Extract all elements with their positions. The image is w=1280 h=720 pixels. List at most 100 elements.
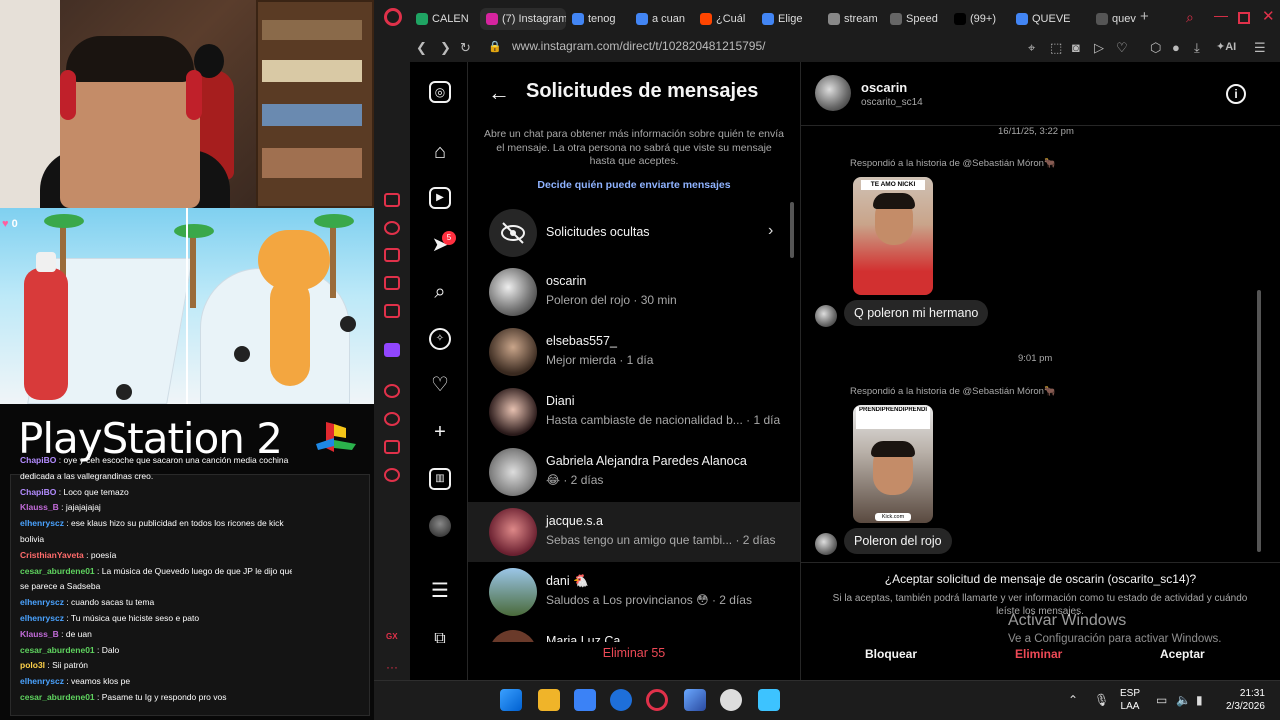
sidebar-player-icon[interactable]: [384, 384, 400, 398]
request-row[interactable]: dani 🐔 Saludos a Los provincianos 😳 · 2 d…: [468, 562, 800, 622]
info-icon[interactable]: i: [1226, 84, 1246, 104]
extensions-icon[interactable]: ⬡: [1150, 40, 1161, 56]
opera-logo-icon[interactable]: [384, 8, 402, 26]
accept-button[interactable]: Aceptar: [1160, 647, 1205, 661]
sidebar-settings-icon[interactable]: [384, 468, 400, 482]
explore-icon[interactable]: ✧: [429, 328, 451, 350]
back-arrow-icon[interactable]: ←: [488, 80, 510, 106]
request-row[interactable]: Gabriela Alejandra Paredes Alanoca 😂 · 2 …: [468, 442, 800, 502]
chat-text: veamos klos pe: [71, 676, 131, 687]
sidebar-cube-icon[interactable]: [384, 440, 400, 454]
sidebar-m-icon[interactable]: [384, 304, 400, 318]
reload-icon[interactable]: ↻: [460, 40, 471, 56]
message-settings-link[interactable]: Decide quién puede enviarte mensajes: [484, 179, 784, 191]
tab-7[interactable]: Speed: [890, 8, 946, 30]
create-icon[interactable]: +: [429, 421, 451, 443]
notepad-icon[interactable]: [758, 689, 780, 711]
minimize-icon[interactable]: —: [1214, 7, 1228, 23]
shield-icon[interactable]: ◙: [1072, 40, 1080, 55]
hidden-requests-label: Solicitudes ocultas: [546, 225, 650, 239]
download-icon[interactable]: ⤓: [1194, 40, 1200, 56]
heart-icon[interactable]: ♡: [1116, 40, 1128, 56]
notifications-heart-icon[interactable]: ♡: [429, 374, 451, 396]
language-indicator[interactable]: ESP LAA: [1120, 687, 1140, 713]
story-thumbnail[interactable]: TE AMO NICKI: [853, 177, 933, 295]
menu-icon[interactable]: ☰: [1254, 40, 1266, 56]
battery-icon[interactable]: ▮: [1196, 693, 1203, 707]
network-icon[interactable]: ▭: [1156, 693, 1167, 707]
back-icon[interactable]: ❮: [416, 40, 427, 56]
tab-label: a cuan: [652, 13, 686, 25]
request-row[interactable]: jacque.s.a Sebas tengo un amigo que tambi…: [468, 502, 800, 562]
clock[interactable]: 21:31 2/3/2026: [1226, 687, 1265, 713]
request-name: dani 🐔: [546, 574, 589, 588]
search-icon[interactable]: ⌕: [429, 281, 451, 303]
reels-icon[interactable]: ▶: [429, 187, 451, 209]
maximize-icon[interactable]: [1238, 12, 1250, 24]
conversation-scrollbar[interactable]: [1257, 290, 1261, 552]
sidebar-wallet-icon[interactable]: [384, 193, 400, 207]
story-thumbnail[interactable]: PRENDIPRENDIPRENDI Kick.com: [853, 405, 933, 523]
ai-button[interactable]: ✦AI: [1216, 40, 1236, 53]
sidebar-gx-icon[interactable]: GX: [386, 632, 398, 641]
accept-question: ¿Aceptar solicitud de mensaje de oscarin…: [884, 572, 1197, 586]
requests-scrollbar[interactable]: [790, 202, 794, 258]
play-icon[interactable]: ▷: [1094, 40, 1104, 56]
app-icon[interactable]: [684, 689, 706, 711]
volume-icon[interactable]: 🔈: [1176, 693, 1191, 707]
chat-username: elhenryscz: [20, 613, 64, 623]
tab-3[interactable]: a cuan: [636, 8, 692, 30]
request-row[interactable]: Diani Hasta cambiaste de nacionalidad b..…: [468, 382, 800, 442]
file-explorer-icon[interactable]: [538, 689, 560, 711]
sidebar-twitch-icon[interactable]: [384, 343, 400, 357]
start-icon[interactable]: [500, 689, 522, 711]
delete-all-button[interactable]: Eliminar 55: [468, 646, 800, 660]
contact-avatar[interactable]: [815, 75, 851, 111]
sidebar-bag-icon[interactable]: [384, 248, 400, 262]
also-from-meta-icon[interactable]: ⧉: [429, 628, 451, 650]
sidebar-more-icon[interactable]: ···: [386, 660, 398, 674]
more-menu-icon[interactable]: ☰: [429, 580, 451, 602]
tab-6[interactable]: stream: [828, 8, 884, 30]
tab-0[interactable]: CALEN: [416, 8, 476, 30]
store-icon[interactable]: [574, 689, 596, 711]
contact-name[interactable]: oscarin: [861, 80, 907, 95]
opera-gx-icon[interactable]: [646, 689, 668, 711]
request-row[interactable]: elsebas557_ Mejor mierda · 1 día: [468, 322, 800, 382]
chat-line: bolivia: [20, 531, 292, 547]
tab-10[interactable]: queve: [1096, 8, 1136, 30]
tab-9[interactable]: QUEVE: [1016, 8, 1072, 30]
obs-icon[interactable]: [720, 689, 742, 711]
request-row[interactable]: oscarin Poleron del rojo · 30 min: [468, 262, 800, 322]
delete-button[interactable]: Eliminar: [1015, 647, 1062, 661]
tab-2[interactable]: tenog: [572, 8, 630, 30]
dell-icon[interactable]: [610, 689, 632, 711]
pin-icon[interactable]: ⌖: [1028, 40, 1035, 56]
tray-chevron-icon[interactable]: ⌃: [1068, 693, 1078, 707]
close-icon[interactable]: ✕: [1262, 7, 1275, 25]
sidebar-messenger-icon[interactable]: [384, 276, 400, 290]
tab-label: (7) Instagram: [502, 13, 566, 25]
mic-icon[interactable]: 🎙: [1094, 693, 1109, 707]
tab-5[interactable]: Elige: [762, 8, 820, 30]
tab-4[interactable]: ¿Cuál: [700, 8, 756, 30]
profile-icon[interactable]: ●: [1172, 40, 1180, 55]
message-bubble: Q poleron mi hermano: [844, 300, 989, 326]
chat-username: cesar_aburdene01: [20, 692, 95, 702]
sidebar-clock-icon[interactable]: [384, 412, 400, 426]
block-button[interactable]: Bloquear: [865, 647, 917, 661]
new-tab-icon[interactable]: +: [1140, 8, 1149, 25]
tab-8[interactable]: (99+): [954, 8, 1010, 30]
profile-avatar[interactable]: [429, 515, 451, 537]
avatar: [489, 328, 537, 376]
sidebar-history-icon[interactable]: [384, 221, 400, 235]
url-field[interactable]: www.instagram.com/direct/t/1028204812157…: [512, 39, 765, 53]
tab-1[interactable]: (7) Instagram: [480, 8, 566, 30]
instagram-logo-icon[interactable]: ◎: [429, 81, 451, 103]
chat-line: elhenryscz : veamos klos pe: [20, 676, 131, 687]
snapshot-icon[interactable]: ⬚: [1050, 40, 1062, 56]
dashboard-icon[interactable]: ▥: [429, 468, 451, 490]
search-icon[interactable]: ⌕: [1186, 9, 1194, 26]
home-icon[interactable]: ⌂: [429, 141, 451, 163]
forward-icon[interactable]: ❯: [440, 40, 451, 56]
